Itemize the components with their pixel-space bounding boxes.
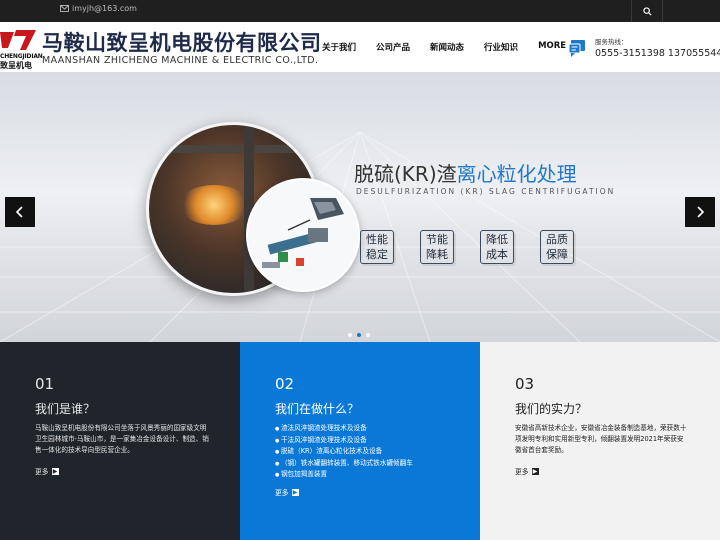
slide-dot[interactable]: [357, 333, 361, 337]
arrow-right-icon: ▶: [291, 488, 299, 496]
email-text: imyjh@163.com: [72, 4, 137, 13]
logo-small-en: CHENGJIDIAN: [0, 53, 43, 60]
feature-line2: 稳定: [366, 248, 388, 261]
search-icon: [642, 6, 652, 16]
banner-title: 脱硫(KR)渣离心粒化处理: [354, 158, 577, 187]
feature-line1: 节能: [426, 233, 448, 246]
top-bar: imyjh@163.com: [0, 0, 720, 22]
chevron-right-icon: [697, 206, 705, 218]
banner-title-part1: 脱硫(KR)渣: [354, 162, 457, 186]
panel-description: 马鞍山致呈机电股份有限公司坐落于风景秀丽的国家级文明卫生园林城市-马鞍山市，是一…: [35, 424, 209, 454]
hero-banner: 脱硫(KR)渣离心粒化处理 DESULFURIZATION (KR) SLAG …: [0, 72, 720, 342]
list-item: （钢）铁水罐翻转装置、移动式铁水罐倾翻车: [275, 458, 413, 470]
feature-badge-quality: 品质 保障: [540, 230, 574, 264]
slide-dot[interactable]: [348, 333, 352, 337]
panel-number: 01: [35, 375, 55, 393]
equipment-diagram: [246, 178, 360, 292]
more-label: 更多: [35, 468, 49, 476]
feature-line2: 保障: [546, 248, 568, 261]
feature-line2: 成本: [486, 248, 508, 261]
list-item: 渣法风淬钢渣处理技术及设备: [275, 423, 413, 435]
slide-indicators: [348, 333, 370, 337]
more-link[interactable]: 更多 ▶: [275, 487, 299, 497]
panel-title: 我们的实力？: [515, 402, 588, 416]
nav-item-news[interactable]: 新闻动态: [430, 41, 464, 53]
nav-item-more[interactable]: MORE: [538, 41, 566, 53]
banner-title-highlight: 离心粒化处理: [456, 162, 577, 186]
panel-number: 02: [275, 375, 295, 393]
feature-line1: 降低: [486, 233, 508, 246]
panel-description: 安徽省高新技术企业，安徽省冶金装备制造基地，荣获数十项发明专利和实用新型专利，倾…: [515, 424, 687, 454]
feature-line1: 品质: [546, 233, 568, 246]
more-link[interactable]: 更多 ▶: [35, 466, 59, 476]
list-item: 钢包加揭盖装置: [275, 469, 413, 481]
panel-what-we-do: 02 我们在做什么？ 渣法风淬钢渣处理技术及设备 干法风淬钢渣处理技术及设备 脱…: [240, 342, 480, 540]
chat-phone-icon: [568, 40, 585, 57]
main-nav: 关于我们 公司产品 新闻动态 行业知识 MORE: [322, 41, 586, 53]
more-label: 更多: [275, 489, 289, 497]
panel-who-we-are: 01 我们是谁？ 马鞍山致呈机电股份有限公司坐落于风景秀丽的国家级文明卫生园林城…: [0, 342, 240, 540]
panel-number: 03: [515, 375, 535, 393]
company-name-cn[interactable]: 马鞍山致呈机电股份有限公司: [42, 27, 322, 57]
feature-line2: 降耗: [426, 248, 448, 261]
arrow-right-icon: ▶: [51, 467, 59, 475]
feature-badge-cost: 降低 成本: [480, 230, 514, 264]
list-item: 脱硫（KR）渣离心粒化技术及设备: [275, 446, 413, 458]
slide-dot[interactable]: [366, 333, 370, 337]
feature-badge-energy: 节能 降耗: [420, 230, 454, 264]
chevron-left-icon: [15, 206, 23, 218]
panel-title: 我们在做什么？: [275, 402, 360, 416]
nav-item-about[interactable]: 关于我们: [322, 41, 356, 53]
logo-small-cn: 致呈机电: [0, 61, 32, 70]
nav-item-knowledge[interactable]: 行业知识: [484, 41, 518, 53]
list-item: 干法风淬钢渣处理技术及设备: [275, 435, 413, 447]
feature-badge-stable: 性能 稳定: [360, 230, 394, 264]
panel-our-strength: 03 我们的实力？ 安徽省高新技术企业，安徽省冶金装备制造基地，荣获数十项发明专…: [480, 342, 720, 540]
banner-perspective-grid: [0, 131, 720, 342]
hotline-label: 服务热线：: [595, 38, 628, 46]
company-name-en: MAANSHAN ZHICHENG MACHINE & ELECTRIC CO.…: [42, 55, 319, 66]
email-link[interactable]: imyjh@163.com: [60, 4, 137, 13]
panel-title: 我们是谁？: [35, 402, 96, 416]
more-label: 更多: [515, 468, 529, 476]
logo-mark-icon[interactable]: [0, 28, 38, 52]
banner-subtitle: DESULFURIZATION (KR) SLAG CENTRIFUGATION: [356, 187, 616, 196]
banner-next-button[interactable]: [685, 197, 715, 227]
service-list: 渣法风淬钢渣处理技术及设备 干法风淬钢渣处理技术及设备 脱硫（KR）渣离心粒化技…: [275, 423, 413, 481]
site-header: CHENGJIDIAN 致呈机电 马鞍山致呈机电股份有限公司 MAANSHAN …: [0, 22, 720, 72]
feature-line1: 性能: [366, 233, 388, 246]
nav-item-products[interactable]: 公司产品: [376, 41, 410, 53]
banner-prev-button[interactable]: [5, 197, 35, 227]
hotline-numbers: 0555-3151398 13705554456: [595, 48, 720, 59]
arrow-right-icon: ▶: [531, 467, 539, 475]
more-link[interactable]: 更多 ▶: [515, 466, 539, 476]
search-button[interactable]: [631, 0, 663, 22]
mail-icon: [60, 5, 69, 12]
